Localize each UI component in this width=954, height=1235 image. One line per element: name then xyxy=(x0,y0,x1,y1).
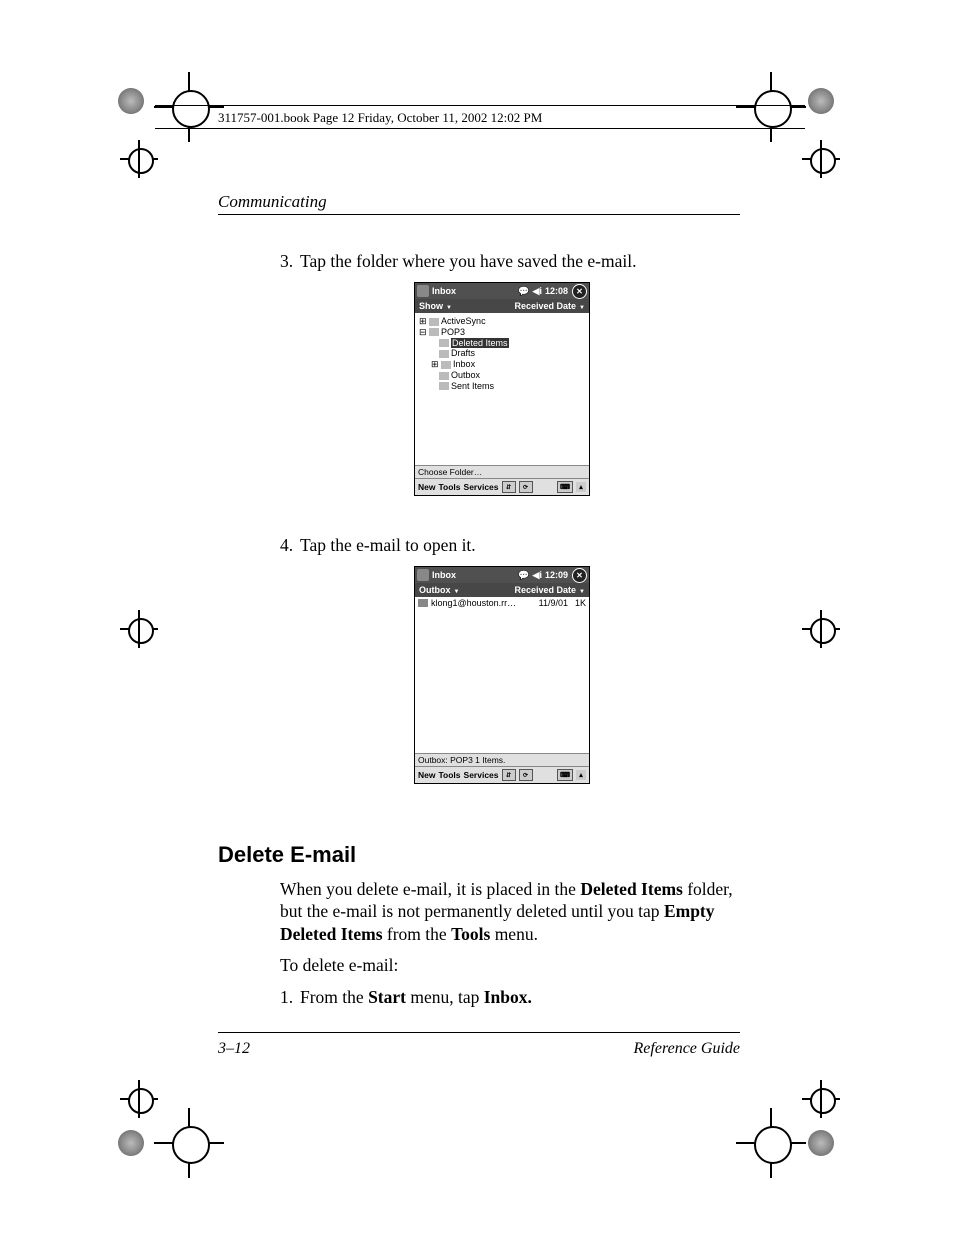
start-icon xyxy=(417,285,429,297)
ss2-time: 12:09 xyxy=(545,570,568,580)
print-dot-icon xyxy=(118,1130,144,1156)
print-dot-icon xyxy=(808,88,834,114)
list-item-size: 1K xyxy=(572,598,586,608)
start-icon xyxy=(417,569,429,581)
speaker-icon: ◀ἱ xyxy=(533,286,542,297)
connect-icon[interactable]: ⇵ xyxy=(502,481,516,493)
ss2-status-bar: Outbox: POP3 1 Items. xyxy=(415,753,589,766)
service-icon xyxy=(429,328,439,336)
sip-up-icon[interactable]: ▴ xyxy=(576,770,586,780)
list-item-from: klong1@houston.rr… xyxy=(431,598,534,608)
ss2-services-button[interactable]: Services xyxy=(464,770,499,780)
ss2-bottom-bar: New Tools Services ⇵ ⟳ ⌨ ▴ xyxy=(415,766,589,783)
tree-item-sent[interactable]: Sent Items xyxy=(419,381,585,392)
tree-item-inbox[interactable]: ⊞ Inbox xyxy=(419,359,585,370)
ss1-services-button[interactable]: Services xyxy=(464,482,499,492)
folder-icon xyxy=(439,382,449,390)
step-3: 3.Tap the folder where you have saved th… xyxy=(280,250,740,272)
sip-up-icon[interactable]: ▴ xyxy=(576,482,586,492)
list-item[interactable]: klong1@houston.rr… 11/9/01 1K xyxy=(415,597,589,610)
print-dot-icon xyxy=(808,1130,834,1156)
print-cross-icon xyxy=(802,140,840,178)
print-cross-icon xyxy=(120,1080,158,1118)
print-cross-icon xyxy=(802,1080,840,1118)
ss2-new-button[interactable]: New xyxy=(418,770,435,780)
tree-item-outbox[interactable]: Outbox xyxy=(419,370,585,381)
service-icon xyxy=(429,318,439,326)
header-line: 311757-001.book Page 12 Friday, October … xyxy=(218,110,542,126)
list-item-date: 11/9/01 xyxy=(534,598,572,608)
delete-intro: To delete e-mail: xyxy=(280,954,740,976)
delete-step-1: 1.From the Start menu, tap Inbox. xyxy=(280,986,740,1008)
step-4: 4.Tap the e-mail to open it. xyxy=(280,534,740,556)
connect-icon[interactable]: ⇵ xyxy=(502,769,516,781)
print-cross-icon xyxy=(736,72,806,142)
screenshot-inbox-tree: Inbox 💬 ◀ἱ 12:08 ✕ Show▼ Received Date▼ … xyxy=(414,282,590,496)
chat-icon: 💬 xyxy=(518,286,529,297)
ss1-bottom-bar: New Tools Services ⇵ ⟳ ⌨ ▴ xyxy=(415,478,589,495)
keyboard-icon[interactable]: ⌨ xyxy=(557,481,573,493)
print-cross-icon xyxy=(736,1108,806,1178)
section-rule xyxy=(218,214,740,215)
delete-paragraph: When you delete e-mail, it is placed in … xyxy=(280,878,740,945)
tree-item-pop3[interactable]: ⊟ POP3 xyxy=(419,327,585,338)
print-cross-icon xyxy=(154,1108,224,1178)
ss1-title: Inbox xyxy=(432,286,456,296)
ss1-folder-tree: ⊞ ActiveSync ⊟ POP3 Deleted Items Drafts… xyxy=(415,313,589,465)
keyboard-icon[interactable]: ⌨ xyxy=(557,769,573,781)
footer-rule xyxy=(218,1032,740,1033)
tree-item-deleted[interactable]: Deleted Items xyxy=(419,338,585,349)
ss1-tools-button[interactable]: Tools xyxy=(438,482,460,492)
inbox-icon xyxy=(441,361,451,369)
close-icon[interactable]: ✕ xyxy=(572,284,587,299)
ss2-message-list: klong1@houston.rr… 11/9/01 1K xyxy=(415,597,589,753)
ss1-sort-dropdown[interactable]: Received Date▼ xyxy=(515,301,586,311)
sync-icon[interactable]: ⟳ xyxy=(519,481,533,493)
ss1-new-button[interactable]: New xyxy=(418,482,435,492)
outbox-icon xyxy=(439,372,449,380)
ss1-time: 12:08 xyxy=(545,286,568,296)
speaker-icon: ◀ἱ xyxy=(533,570,542,581)
envelope-icon xyxy=(418,599,428,607)
print-dot-icon xyxy=(118,88,144,114)
print-cross-icon xyxy=(154,72,224,142)
ss2-folder-dropdown[interactable]: Outbox▼ xyxy=(419,585,459,595)
ss1-subbar: Show▼ Received Date▼ xyxy=(415,299,589,313)
ss1-titlebar: Inbox 💬 ◀ἱ 12:08 ✕ xyxy=(415,283,589,299)
close-icon[interactable]: ✕ xyxy=(572,568,587,583)
chat-icon: 💬 xyxy=(518,570,529,581)
print-cross-icon xyxy=(802,610,840,648)
tree-item-activesync[interactable]: ⊞ ActiveSync xyxy=(419,316,585,327)
running-header: Communicating xyxy=(218,192,327,212)
trash-icon xyxy=(439,339,449,347)
footer-doc-title: Reference Guide xyxy=(634,1040,740,1058)
print-cross-icon xyxy=(120,610,158,648)
header-rule xyxy=(155,105,805,106)
header-rule xyxy=(155,128,805,129)
ss2-titlebar: Inbox 💬 ◀ἱ 12:09 ✕ xyxy=(415,567,589,583)
ss2-tools-button[interactable]: Tools xyxy=(438,770,460,780)
ss2-subbar: Outbox▼ Received Date▼ xyxy=(415,583,589,597)
sync-icon[interactable]: ⟳ xyxy=(519,769,533,781)
section-title-delete-email: Delete E-mail xyxy=(218,842,356,868)
ss1-choose-folder[interactable]: Choose Folder… xyxy=(415,465,589,478)
footer-page-number: 3–12 xyxy=(218,1040,250,1058)
folder-icon xyxy=(439,350,449,358)
ss2-sort-dropdown[interactable]: Received Date▼ xyxy=(515,585,586,595)
print-cross-icon xyxy=(120,140,158,178)
tree-item-drafts[interactable]: Drafts xyxy=(419,348,585,359)
screenshot-outbox-list: Inbox 💬 ◀ἱ 12:09 ✕ Outbox▼ Received Date… xyxy=(414,566,590,784)
ss2-title: Inbox xyxy=(432,570,456,580)
ss1-show-dropdown[interactable]: Show▼ xyxy=(419,301,452,311)
